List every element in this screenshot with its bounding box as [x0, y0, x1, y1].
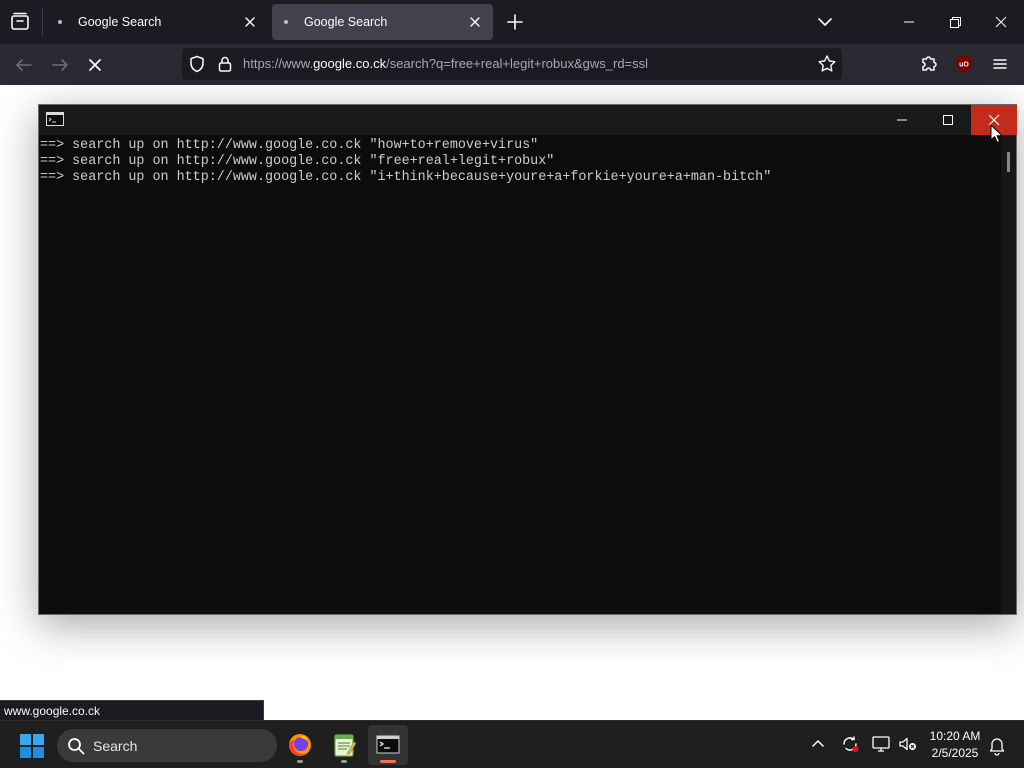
- network-icon[interactable]: [870, 733, 892, 755]
- search-icon: [67, 737, 85, 755]
- window-minimize-button[interactable]: [895, 8, 923, 36]
- tab-title: Google Search: [304, 15, 388, 29]
- tab-close-icon[interactable]: [240, 12, 260, 32]
- console-scrollbar[interactable]: [1001, 135, 1016, 614]
- tab-google-search-2-active[interactable]: Google Search: [272, 4, 493, 40]
- tab-loading-dot-icon: [58, 20, 62, 24]
- star-icon[interactable]: [816, 53, 838, 75]
- console-line: ==> search up on http://www.google.co.ck…: [40, 170, 772, 185]
- ublock-label: uO: [959, 62, 969, 69]
- console-minimize-button[interactable]: [879, 105, 925, 135]
- window-restore-button[interactable]: [941, 8, 969, 36]
- taskbar-clock[interactable]: 10:20 AM 2/5/2025: [922, 728, 988, 762]
- chevron-up-icon[interactable]: [807, 733, 829, 755]
- url-prefix: https://www.: [243, 56, 314, 71]
- tab-separator: [42, 8, 43, 36]
- url-text[interactable]: https://www.google.co.ck/search?q=free+r…: [243, 56, 648, 71]
- notification-bell-icon[interactable]: [986, 734, 1008, 756]
- tab-title: Google Search: [78, 15, 162, 29]
- plus-icon[interactable]: [503, 10, 527, 34]
- window-close-button[interactable]: [987, 8, 1015, 36]
- ublock-origin-icon[interactable]: uO: [953, 53, 975, 75]
- volume-muted-icon[interactable]: [897, 733, 919, 755]
- hamburger-icon[interactable]: [988, 52, 1012, 76]
- mouse-pointer-icon: [990, 124, 1004, 144]
- desktop-screen: Google Search Google Search https://www.…: [0, 0, 1024, 768]
- notepad-icon[interactable]: [324, 725, 364, 765]
- arrow-left-icon[interactable]: [11, 52, 37, 78]
- shield-icon[interactable]: [187, 54, 207, 74]
- link-status-panel: www.google.co.ck: [0, 700, 264, 721]
- address-bar[interactable]: https://www.google.co.ck/search?q=free+r…: [182, 48, 842, 80]
- command-prompt-window[interactable]: ==> search up on http://www.google.co.ck…: [38, 104, 1017, 615]
- console-title-bar[interactable]: [39, 105, 1017, 135]
- console-line: ==> search up on http://www.google.co.ck…: [40, 154, 555, 169]
- puzzle-icon[interactable]: [917, 52, 941, 76]
- windows-taskbar: Search 10:20 AM 2/5/2025: [0, 720, 1024, 768]
- browser-nav-bar: https://www.google.co.ck/search?q=free+r…: [0, 44, 1024, 85]
- tab-google-search-1[interactable]: Google Search: [46, 4, 268, 40]
- search-label: Search: [93, 738, 138, 754]
- url-domain: google.co.ck: [313, 56, 387, 71]
- command-prompt-icon: [46, 112, 64, 126]
- scrollbar-thumb[interactable]: [1007, 152, 1010, 172]
- active-indicator: [380, 760, 396, 763]
- tab-loading-dot-icon: [284, 20, 288, 24]
- chevron-down-icon[interactable]: [813, 10, 837, 34]
- console-output[interactable]: ==> search up on http://www.google.co.ck…: [39, 135, 1001, 614]
- url-path: /search?q=free+real+legit+robux&gws_rd=s…: [386, 56, 649, 71]
- tab-list-icon[interactable]: [8, 10, 32, 34]
- running-indicator: [341, 760, 347, 763]
- taskbar-search-box[interactable]: Search: [57, 729, 277, 762]
- command-prompt-taskbar-icon[interactable]: [368, 725, 408, 765]
- running-indicator: [297, 760, 303, 763]
- stop-loading-icon[interactable]: [82, 52, 108, 78]
- console-line: ==> search up on http://www.google.co.ck…: [40, 138, 539, 153]
- arrow-right-icon[interactable]: [47, 52, 73, 78]
- sync-icon[interactable]: [839, 733, 861, 755]
- firefox-icon[interactable]: [280, 725, 320, 765]
- clock-date: 2/5/2025: [931, 746, 979, 760]
- browser-tab-bar: Google Search Google Search: [0, 0, 1024, 44]
- clock-time: 10:20 AM: [929, 729, 981, 743]
- windows-start-icon[interactable]: [19, 733, 45, 759]
- lock-icon[interactable]: [215, 54, 235, 74]
- tab-close-icon[interactable]: [465, 12, 485, 32]
- console-maximize-button[interactable]: [925, 105, 971, 135]
